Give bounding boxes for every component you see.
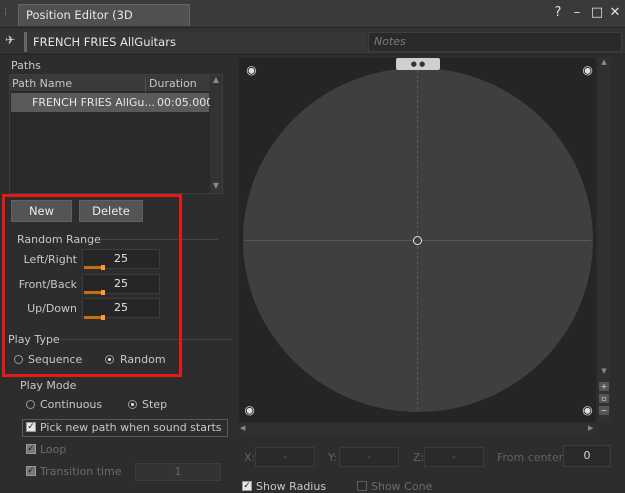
help-icon[interactable]: ? <box>550 5 566 21</box>
transition-time-checkbox[interactable]: ✓ <box>26 466 36 476</box>
loop-checkbox[interactable]: ✓ <box>26 444 36 454</box>
scroll-up-icon[interactable]: ▲ <box>210 75 222 87</box>
front-speaker-icon: ● ● <box>396 58 440 70</box>
maximize-button[interactable]: □ <box>589 5 605 21</box>
show-cone-checkbox[interactable] <box>357 481 367 491</box>
show-radius-label: Show Radius <box>256 480 327 493</box>
pick-new-path-label: Pick new path when sound starts <box>40 421 222 434</box>
horizontal-scrollbar[interactable] <box>239 424 598 434</box>
x-input[interactable]: - <box>255 447 315 467</box>
show-cone-label: Show Cone <box>371 480 433 493</box>
z-label: Z: <box>413 451 425 464</box>
grip-icon[interactable]: ⁞ <box>4 7 10 19</box>
scroll-down-icon[interactable]: ▼ <box>599 367 609 377</box>
highlight-box <box>2 194 182 377</box>
zoom-fit-button[interactable]: ▫ <box>599 394 609 403</box>
event-name: FRENCH FRIES AllGuitars <box>24 32 366 52</box>
row-duration: 00:05.000 <box>157 96 214 109</box>
x-label: X: <box>244 451 256 464</box>
from-center-input[interactable]: 0 <box>563 445 611 467</box>
paths-label: Paths <box>11 59 41 72</box>
y-label: Y: <box>328 451 337 464</box>
continuous-label: Continuous <box>40 398 103 411</box>
paths-table <box>9 74 223 194</box>
scroll-down-icon[interactable]: ▼ <box>210 181 222 193</box>
column-path-name[interactable]: Path Name <box>12 77 72 90</box>
step-radio[interactable] <box>128 400 137 409</box>
minimize-button[interactable]: – <box>569 5 585 21</box>
notes-input[interactable]: Notes <box>368 32 622 52</box>
transition-time-input[interactable]: 1 <box>135 463 221 481</box>
loop-label: Loop <box>40 443 67 456</box>
paths-scrollbar[interactable] <box>210 75 222 193</box>
position-handle[interactable] <box>413 236 422 245</box>
continuous-radio[interactable] <box>26 400 35 409</box>
pick-new-path-checkbox[interactable]: ✓ <box>26 422 36 432</box>
play-mode-label: Play Mode <box>20 379 77 392</box>
transition-time-label: Transition time <box>40 465 122 478</box>
tab-position-editor[interactable]: Position Editor (3D Automation) <box>18 4 190 42</box>
zoom-out-button[interactable]: − <box>599 406 609 415</box>
row-path-name: FRENCH FRIES AllGu... <box>32 96 155 109</box>
zoom-in-button[interactable]: + <box>599 382 609 391</box>
y-input[interactable]: - <box>339 447 399 467</box>
z-input[interactable]: - <box>424 447 484 467</box>
step-label: Step <box>142 398 168 411</box>
column-duration[interactable]: Duration <box>145 77 197 92</box>
scroll-right-icon[interactable]: ▶ <box>588 424 598 434</box>
scroll-up-icon[interactable]: ▲ <box>599 58 609 68</box>
close-button[interactable]: ✕ <box>607 5 623 21</box>
event-icon: ✈ <box>5 33 16 47</box>
show-radius-checkbox[interactable]: ✓ <box>242 481 252 491</box>
from-center-label: From center: <box>497 451 567 464</box>
scroll-left-icon[interactable]: ◀ <box>240 424 250 434</box>
